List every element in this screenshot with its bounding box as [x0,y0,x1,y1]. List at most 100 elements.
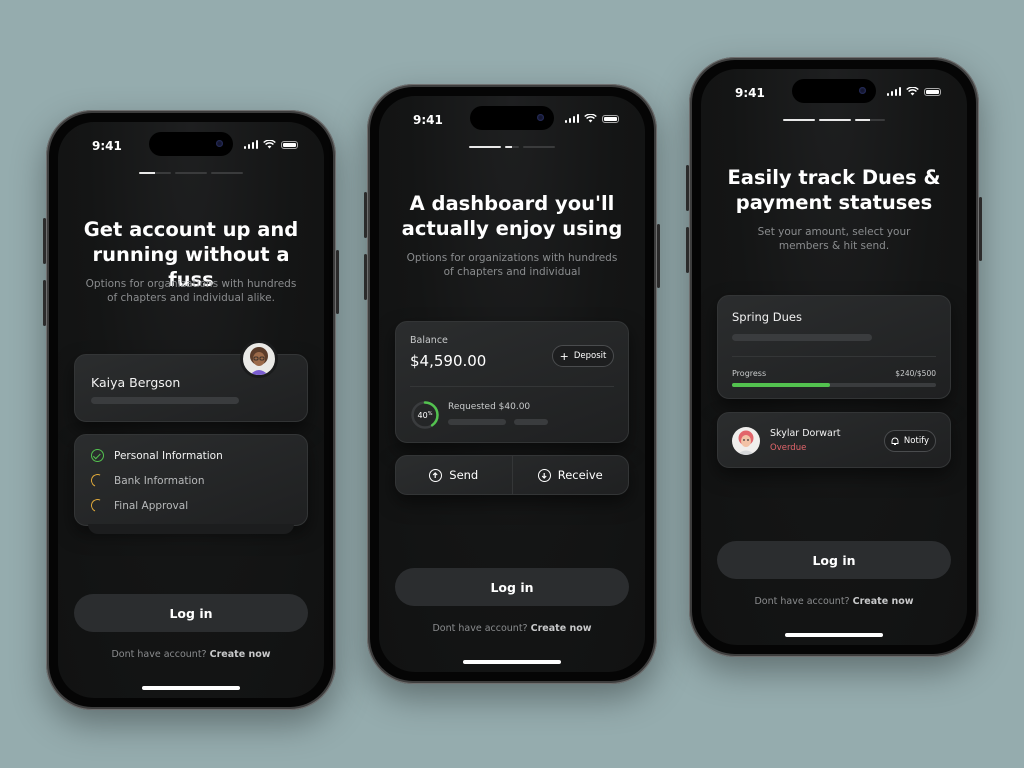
signal-icon [243,140,258,149]
create-now-link[interactable]: Create now [531,623,592,634]
deposit-button[interactable]: + Deposit [552,345,614,367]
receive-button[interactable]: Receive [513,456,629,494]
step-personal-information[interactable]: Personal Information [91,449,223,462]
page-title: Easily track Dues & payment statuses [727,166,941,214]
member-status: Overdue [770,443,807,453]
home-indicator[interactable] [142,686,240,690]
camera-icon [537,114,544,121]
placeholder-bar [732,334,872,341]
placeholder-bar [91,397,239,404]
dynamic-island [792,79,876,103]
member-avatar [732,427,760,455]
bell-icon [891,437,899,445]
page-indicator [139,172,243,174]
divider [732,356,936,357]
arrow-up-icon [429,468,443,482]
signal-icon [886,87,901,96]
camera-icon [216,140,223,147]
check-circle-icon [91,449,104,462]
receive-label: Receive [557,468,603,482]
screen-onboarding: 9:41 Get account up and running without … [58,122,324,698]
send-button[interactable]: Send [396,456,513,494]
balance-card: Balance $4,590.00 + Deposit 40% Requeste… [395,321,629,443]
create-now-link[interactable]: Create now [210,649,271,660]
login-button[interactable]: Log in [395,568,629,606]
transfer-actions: Send Receive [395,455,629,495]
battery-icon [281,141,298,149]
avatar [240,340,278,378]
page-indicator [469,146,555,148]
dynamic-island [470,106,554,130]
member-name: Skylar Dorwart [770,428,841,439]
status-icons [886,87,941,96]
signup-prompt: Dont have account? Create now [379,623,645,634]
deposit-label: Deposit [573,351,607,361]
divider [410,386,614,387]
page-indicator [783,119,885,121]
phone-onboarding: 9:41 Get account up and running without … [43,110,339,710]
step-bank-information[interactable]: Bank Information [89,472,205,489]
notify-label: Notify [903,436,930,446]
wifi-icon [584,114,597,123]
balance-label: Balance [410,335,448,346]
screen-dues: 9:41 Easily track Dues & payment statuse… [701,69,967,645]
status-time: 9:41 [92,139,122,153]
progress-track [732,383,936,387]
progress-fill [732,383,830,387]
progress-amount: $240/$500 [895,369,936,378]
phone-dues: 9:41 Easily track Dues & payment statuse… [686,57,982,657]
login-button[interactable]: Log in [717,541,951,579]
progress-value: 40 [417,410,428,420]
progress-percent: 40% [410,400,440,430]
page-title: A dashboard you'll actually enjoy using [401,192,623,240]
progress-unit: % [427,410,433,417]
wifi-icon [263,140,276,149]
arrow-down-icon [537,468,551,482]
status-time: 9:41 [413,113,443,127]
page-subtitle: Options for organizations with hundreds … [85,278,297,304]
home-indicator[interactable] [785,633,883,637]
battery-icon [602,115,619,123]
signup-prompt-text: Dont have account? [754,596,850,607]
battery-icon [924,88,941,96]
login-button[interactable]: Log in [74,594,308,632]
placeholder-bar [448,419,506,425]
status-icons [243,140,298,149]
requested-label: Requested $40.00 [448,402,531,412]
send-label: Send [449,468,479,482]
loading-icon [89,497,106,514]
dues-card: Spring Dues Progress $240/$500 [717,295,951,399]
member-avatar-illustration [737,430,755,455]
wifi-icon [906,87,919,96]
create-now-link[interactable]: Create now [853,596,914,607]
home-indicator[interactable] [463,660,561,664]
placeholder-bar [514,419,548,425]
status-icons [564,114,619,123]
phone-bezel: 9:41 Get account up and running without … [49,113,333,707]
signup-prompt-text: Dont have account? [432,623,528,634]
dues-title: Spring Dues [732,310,802,324]
step-label: Personal Information [114,449,223,462]
steps-card: Personal Information Bank Information Fi… [74,434,308,526]
step-label: Bank Information [114,474,205,487]
member-card: Skylar Dorwart Overdue Notify [717,412,951,468]
camera-icon [859,87,866,94]
profile-name: Kaiya Bergson [91,375,181,390]
plus-icon: + [559,349,569,363]
phone-dashboard: 9:41 A dashboard you'll actually enjoy u… [364,84,660,684]
stacked-card-shadow [88,524,294,534]
dynamic-island [149,132,233,156]
signup-prompt-text: Dont have account? [111,649,207,660]
signup-prompt: Dont have account? Create now [701,596,967,607]
balance-value: $4,590.00 [410,352,487,370]
status-time: 9:41 [735,86,765,100]
step-final-approval[interactable]: Final Approval [89,497,188,514]
loading-icon [89,472,106,489]
notify-button[interactable]: Notify [884,430,936,452]
screen-dashboard: 9:41 A dashboard you'll actually enjoy u… [379,96,645,672]
phone-bezel: 9:41 A dashboard you'll actually enjoy u… [370,87,654,681]
page-subtitle: Set your amount, select your members & h… [757,226,911,252]
signal-icon [564,114,579,123]
progress-label: Progress [732,369,767,378]
page-subtitle: Options for organizations with hundreds … [406,252,618,278]
